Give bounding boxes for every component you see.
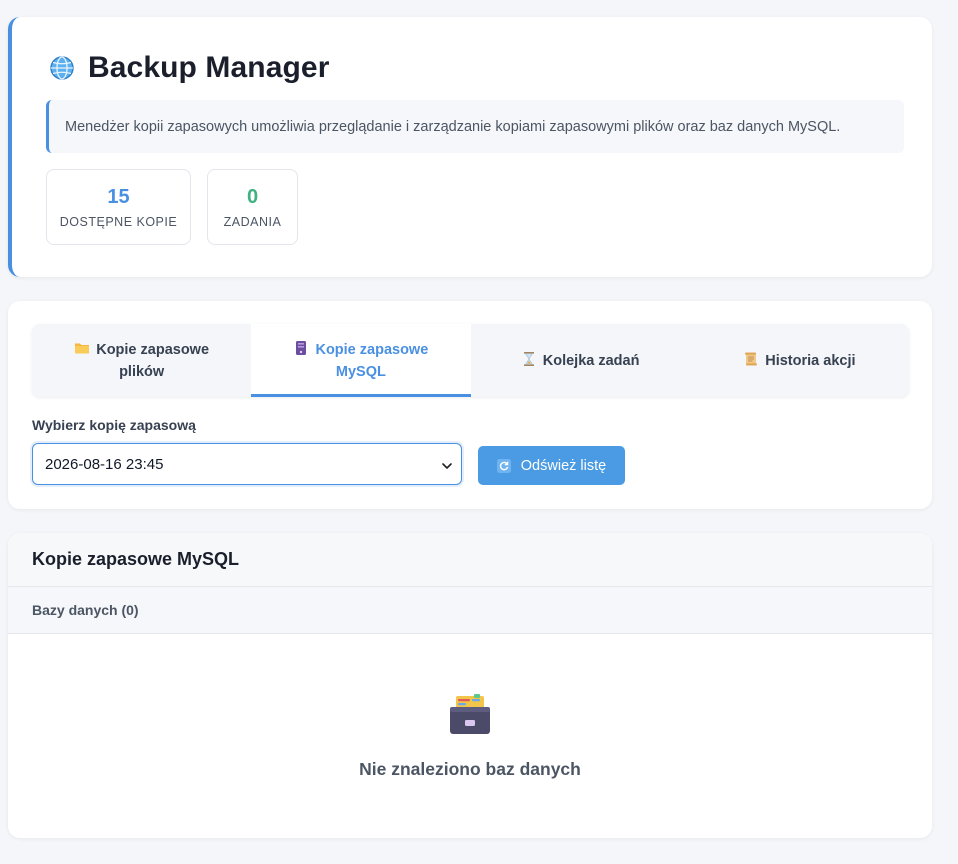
results-title: Kopie zapasowe MySQL: [8, 533, 932, 587]
header-card: Backup Manager Menedżer kopii zapasowych…: [8, 17, 932, 277]
stat-label: ZADANIA: [223, 215, 282, 229]
page-title: Backup Manager: [88, 51, 330, 84]
file-cabinet-icon: [448, 693, 492, 735]
databases-count: Bazy danych (0): [8, 587, 932, 634]
empty-state-message: Nie znaleziono baz danych: [359, 759, 581, 779]
tab-mysql-backups[interactable]: Kopie zapasowe MySQL: [251, 324, 471, 397]
stat-label: DOSTĘPNE KOPIE: [59, 215, 178, 229]
empty-state: Nie znaleziono baz danych: [8, 693, 932, 780]
info-description: Menedżer kopii zapasowych umożliwia prze…: [46, 100, 904, 153]
refresh-button-label: Odśwież listę: [520, 457, 607, 474]
stat-tasks: 0 ZADANIA: [207, 169, 298, 245]
server-icon: [293, 340, 309, 356]
refresh-list-button[interactable]: Odśwież listę: [478, 446, 625, 485]
stat-value: 0: [246, 186, 259, 208]
refresh-icon: [496, 458, 511, 473]
chevron-down-icon: [441, 459, 453, 471]
tab-label: Kolejka zadań: [542, 352, 640, 369]
stat-value: 15: [107, 186, 130, 208]
tab-label: Kopie zapasowe plików: [96, 341, 210, 380]
stat-available-backups: 15 DOSTĘPNE KOPIE: [46, 169, 191, 245]
tabs-card: Kopie zapasowe plików Kopie zapasowe MyS…: [8, 301, 932, 509]
backup-select-value: 2026-08-16 23:45: [45, 455, 164, 473]
globe-icon: [48, 54, 76, 82]
backup-select-label: Wybierz kopię zapasową: [32, 417, 196, 433]
tab-bar: Kopie zapasowe plików Kopie zapasowe MyS…: [32, 324, 909, 397]
tab-label: Kopie zapasowe MySQL: [315, 341, 429, 380]
tab-action-history[interactable]: Historia akcji: [690, 324, 909, 397]
title-row: Backup Manager: [48, 51, 329, 85]
tab-task-queue[interactable]: Kolejka zadań: [471, 324, 690, 397]
tab-label: Historia akcji: [765, 352, 856, 369]
hourglass-icon: [521, 351, 537, 367]
folder-icon: [74, 340, 90, 356]
results-card: Kopie zapasowe MySQL Bazy danych (0) Nie…: [8, 533, 932, 838]
tab-file-backups[interactable]: Kopie zapasowe plików: [32, 324, 251, 397]
scroll-icon: [743, 351, 759, 367]
backup-select[interactable]: 2026-08-16 23:45: [32, 443, 462, 485]
